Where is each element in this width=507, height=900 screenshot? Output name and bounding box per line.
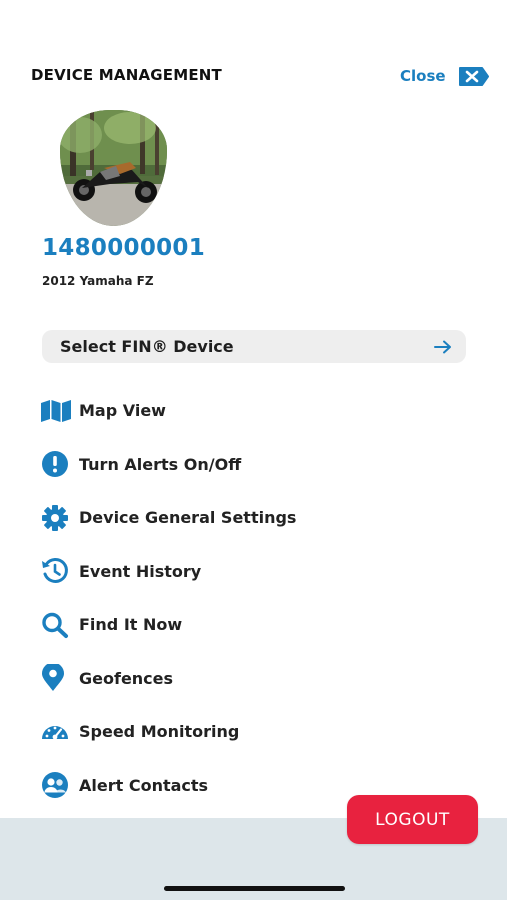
motorcycle-photo: [60, 110, 167, 226]
menu-item-label: Map View: [79, 401, 166, 421]
arrow-right-icon: [434, 340, 451, 353]
menu-item-label: Event History: [79, 561, 202, 581]
menu-item-label: Alert Contacts: [79, 775, 209, 795]
close-label: Close: [400, 67, 446, 85]
map-icon: [40, 397, 72, 425]
menu-item-event-history[interactable]: Event History: [40, 545, 480, 599]
alert-exclamation-icon: [40, 450, 72, 478]
home-indicator: [164, 886, 345, 891]
contacts-icon: [40, 771, 72, 799]
device-id: 1480000001: [42, 235, 206, 261]
menu-item-turn-alerts[interactable]: Turn Alerts On/Off: [40, 438, 480, 492]
close-x-icon: [458, 66, 489, 86]
history-icon: [40, 557, 72, 585]
menu-item-find-it-now[interactable]: Find It Now: [40, 598, 480, 652]
menu-item-geofences[interactable]: Geofences: [40, 652, 480, 706]
close-button[interactable]: Close: [400, 64, 489, 88]
select-device-button[interactable]: Select FIN® Device: [42, 330, 466, 363]
menu-item-label: Geofences: [79, 668, 174, 688]
menu-item-speed-monitoring[interactable]: Speed Monitoring: [40, 705, 480, 759]
device-photo: [60, 110, 167, 226]
page-title: DEVICE MANAGEMENT: [31, 66, 222, 84]
menu-item-label: Speed Monitoring: [79, 722, 240, 742]
search-icon: [40, 611, 72, 639]
menu-item-label: Turn Alerts On/Off: [79, 454, 242, 474]
speedometer-icon: [40, 718, 72, 746]
menu-list: Map View Turn Alerts On/Off Device Gener…: [40, 384, 480, 812]
gear-icon: [40, 504, 72, 532]
device-model: 2012 Yamaha FZ: [42, 274, 154, 288]
logout-button[interactable]: LOGOUT: [347, 795, 478, 844]
menu-item-label: Find It Now: [79, 615, 183, 635]
select-device-label: Select FIN® Device: [60, 337, 234, 356]
map-pin-icon: [40, 664, 72, 692]
menu-item-label: Device General Settings: [79, 508, 297, 528]
menu-item-device-settings[interactable]: Device General Settings: [40, 491, 480, 545]
menu-item-map-view[interactable]: Map View: [40, 384, 480, 438]
